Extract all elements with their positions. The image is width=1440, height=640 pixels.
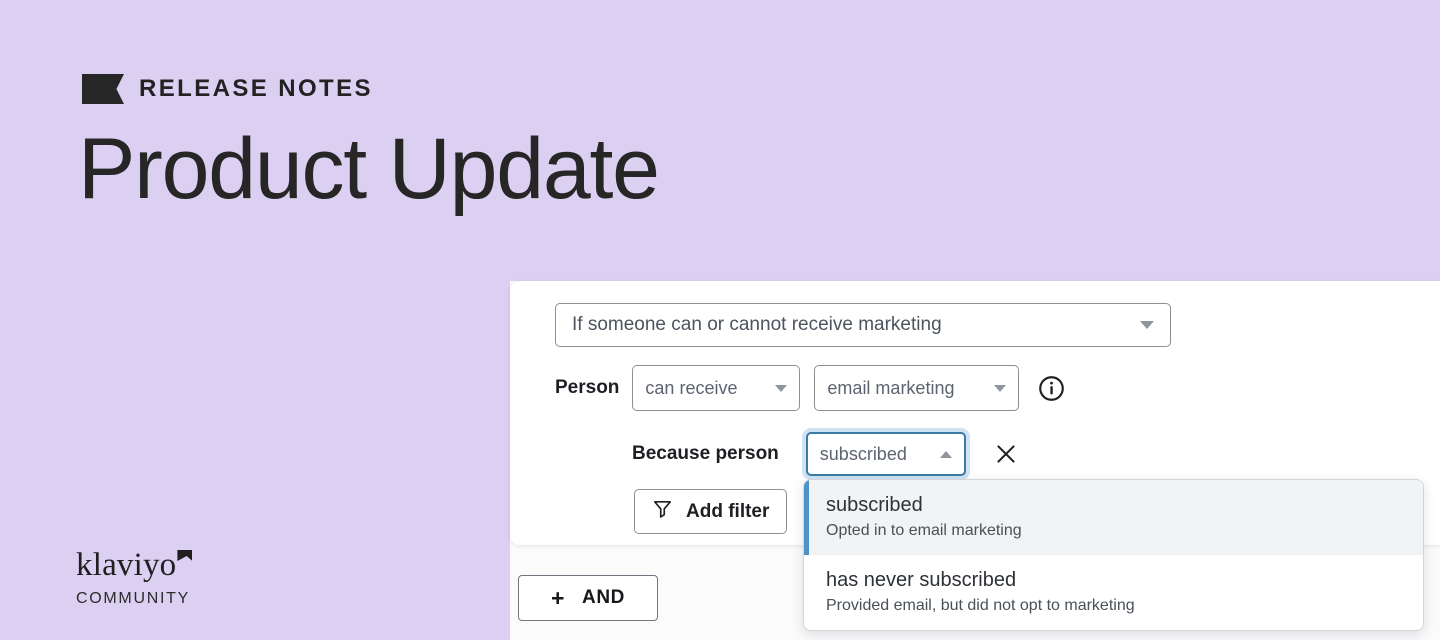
klaviyo-wordmark: klaviyo [76, 547, 193, 583]
reason-select-focus-ring: subscribed [801, 428, 970, 480]
dropdown-option-title: subscribed [826, 494, 923, 516]
ability-select-value: can receive [645, 377, 738, 398]
person-row: Person can receive email marketing [555, 365, 1065, 411]
condition-select[interactable]: If someone can or cannot receive marketi… [555, 303, 1171, 347]
dropdown-option-description: Opted in to email marketing [826, 522, 1022, 539]
info-icon[interactable] [1038, 375, 1065, 402]
person-row-label: Person [555, 377, 620, 398]
filter-funnel-icon [652, 498, 673, 525]
dropdown-option-description: Provided email, but did not opt to marke… [826, 596, 1135, 614]
add-and-group-button[interactable]: + AND [518, 575, 658, 621]
screenshot-root: RELEASE NOTES Product Update klaviyo COM… [0, 0, 1440, 640]
reason-select-value: subscribed [819, 443, 907, 464]
chevron-down-icon [1140, 321, 1154, 329]
dropdown-option-has-never-subscribed[interactable]: has never subscribed Provided email, but… [804, 554, 1423, 630]
because-person-label: Because person [632, 443, 779, 464]
community-label: COMMUNITY [76, 589, 190, 607]
add-filter-label: Add filter [686, 500, 770, 522]
ability-select[interactable]: can receive [632, 365, 801, 411]
add-filter-button[interactable]: Add filter [634, 489, 788, 534]
breadcrumb: RELEASE NOTES [82, 74, 373, 104]
chevron-down-icon [994, 384, 1007, 392]
page-title: Product Update [78, 121, 660, 217]
close-icon[interactable] [992, 440, 1020, 468]
condition-select-value: If someone can or cannot receive marketi… [572, 314, 942, 335]
klaviyo-wordmark-text: klaviyo [76, 547, 177, 583]
release-notes-label: RELEASE NOTES [139, 75, 373, 102]
brand-lockup: klaviyo COMMUNITY [76, 547, 193, 608]
and-button-label: AND [582, 587, 625, 608]
because-person-row: Because person subscribed [632, 428, 1020, 480]
dropdown-option-subscribed[interactable]: subscribed Opted in to email marketing [804, 480, 1423, 555]
plus-icon: + [550, 584, 566, 611]
chevron-down-icon [775, 384, 788, 392]
flag-icon [82, 74, 124, 104]
reason-select[interactable]: subscribed [805, 432, 966, 476]
channel-select-value: email marketing [827, 377, 955, 398]
channel-select[interactable]: email marketing [814, 365, 1020, 411]
chevron-up-icon [939, 450, 952, 458]
reason-dropdown-menu: subscribed Opted in to email marketing h… [803, 479, 1424, 631]
dropdown-option-title: has never subscribed [826, 568, 1017, 591]
